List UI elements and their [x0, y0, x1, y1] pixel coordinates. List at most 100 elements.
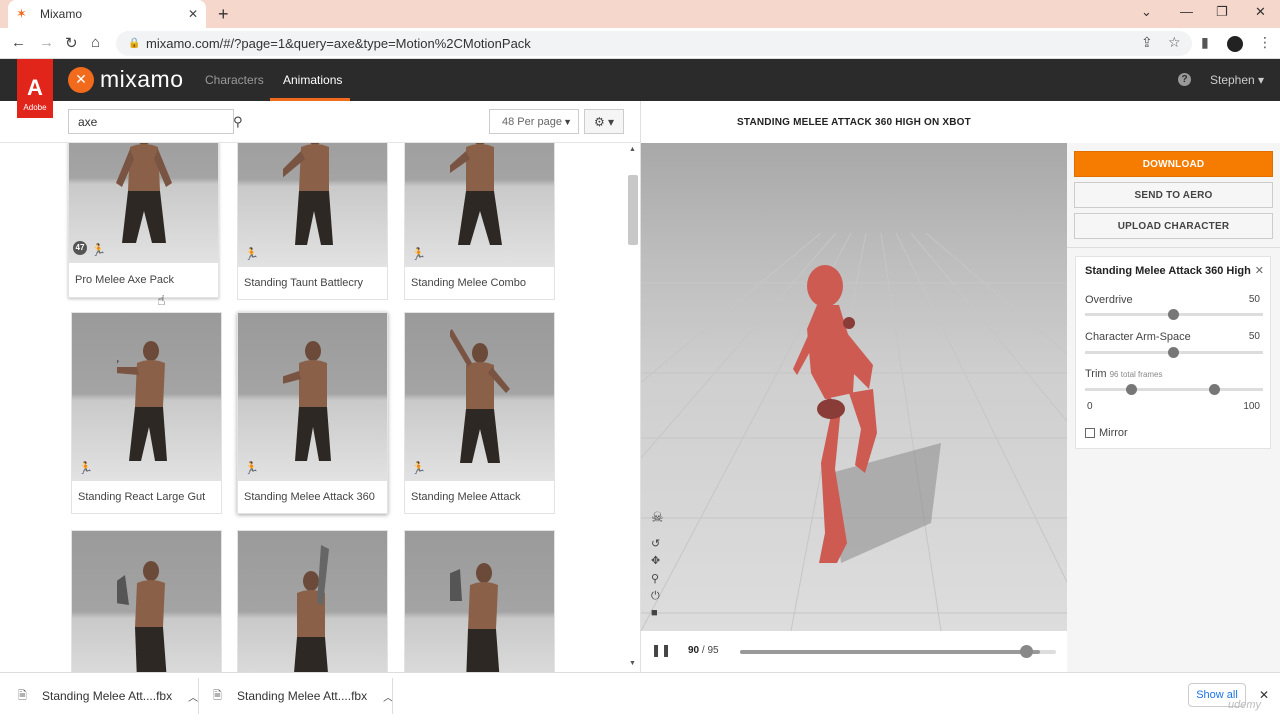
- animation-card[interactable]: 🏃 Standing Taunt Battlecry: [237, 143, 388, 300]
- trim-min: 0: [1087, 401, 1093, 412]
- send-to-aero-button[interactable]: SEND TO AERO: [1074, 182, 1273, 208]
- trim-slider[interactable]: [1085, 388, 1263, 391]
- character-figure: [449, 329, 510, 463]
- panel-separator: [1067, 247, 1280, 248]
- maximize-icon[interactable]: ❐: [1216, 4, 1228, 20]
- tab-title: Mixamo: [40, 7, 83, 21]
- home-icon[interactable]: ⌂: [91, 34, 100, 51]
- profile-avatar-icon[interactable]: [1227, 36, 1243, 52]
- scroll-down-icon[interactable]: ▼: [629, 660, 636, 667]
- file-icon: 🗎: [213, 689, 222, 702]
- animation-thumbnail: [405, 531, 554, 672]
- download-separator: [392, 678, 393, 714]
- nav-characters[interactable]: Characters: [205, 73, 264, 87]
- share-icon[interactable]: ⇪: [1141, 34, 1153, 51]
- zoom-icon[interactable]: ⚲: [651, 572, 659, 585]
- animation-card[interactable]: [71, 530, 222, 672]
- browser-tab[interactable]: ✶ Mixamo ✕: [8, 0, 206, 28]
- character-figure: [449, 563, 499, 672]
- settings-title: Standing Melee Attack 360 High: [1085, 265, 1251, 277]
- trim-start-knob[interactable]: [1126, 384, 1137, 395]
- mirror-label: Mirror: [1099, 427, 1128, 439]
- search-box: ⚲: [68, 109, 243, 134]
- download-separator: [198, 678, 199, 714]
- 3d-viewport[interactable]: [641, 143, 1067, 631]
- total-frames: / 95: [701, 645, 719, 656]
- nav-animations[interactable]: Animations: [283, 73, 342, 87]
- per-page-value: 48 Per page: [502, 115, 562, 128]
- search-icon[interactable]: ⚲: [233, 114, 243, 130]
- active-nav-indicator: [270, 98, 350, 101]
- viewport-scene: [641, 232, 1067, 631]
- scroll-up-icon[interactable]: ▲: [629, 146, 636, 153]
- animation-card[interactable]: [237, 530, 388, 672]
- search-input[interactable]: [78, 114, 233, 129]
- adobe-logo[interactable]: A Adobe: [17, 59, 53, 118]
- address-bar: ← → ↻ ⌂ 🔒 mixamo.com/#/?page=1&query=axe…: [0, 28, 1280, 59]
- download-item[interactable]: 🗎 Standing Melee Att....fbx ︿: [213, 680, 393, 712]
- mirror-checkbox[interactable]: [1085, 428, 1095, 438]
- side-panel-icon[interactable]: ▮: [1201, 34, 1209, 51]
- animation-card[interactable]: [404, 530, 555, 672]
- close-tab-icon[interactable]: ✕: [188, 7, 198, 21]
- skeleton-icon[interactable]: ☠: [651, 509, 664, 526]
- animation-thumbnail: [238, 531, 387, 672]
- grid-scrollbar-thumb[interactable]: [628, 175, 638, 245]
- pan-icon[interactable]: ✥: [651, 554, 660, 567]
- arm-space-slider-knob[interactable]: [1168, 347, 1179, 358]
- settings-dropdown-button[interactable]: ⚙ ▾: [584, 109, 624, 134]
- mixamo-logo[interactable]: ✕ mixamo: [68, 66, 184, 93]
- character-figure: [115, 143, 172, 243]
- url-field[interactable]: 🔒 mixamo.com/#/?page=1&query=axe&type=Mo…: [116, 31, 1192, 56]
- reset-view-icon[interactable]: ↺: [651, 537, 660, 550]
- runner-icon: 🏃: [244, 461, 259, 475]
- download-button[interactable]: DOWNLOAD: [1074, 151, 1273, 177]
- overdrive-value: 50: [1248, 294, 1260, 305]
- timeline-track[interactable]: [740, 650, 1056, 654]
- trim-frames-note: 96 total frames: [1109, 370, 1163, 379]
- download-filename: Standing Melee Att....fbx: [237, 689, 368, 703]
- runner-icon: 🏃: [411, 247, 426, 261]
- animation-label: Standing Melee Attack 360: [244, 491, 375, 503]
- tab-search-icon[interactable]: ⌄: [1141, 4, 1152, 20]
- download-item[interactable]: 🗎 Standing Melee Att....fbx ︿: [18, 680, 198, 712]
- animation-card[interactable]: 47 🏃 Pro Melee Axe Pack: [68, 143, 219, 298]
- runner-icon: 🏃: [78, 461, 93, 475]
- chevron-up-icon[interactable]: ︿: [188, 689, 198, 704]
- new-tab-icon[interactable]: +: [218, 4, 229, 25]
- mixamo-mark-icon: ✕: [68, 66, 94, 93]
- overdrive-slider-knob[interactable]: [1168, 309, 1179, 320]
- per-page-select[interactable]: 48 Per page ▼: [489, 109, 579, 134]
- back-icon[interactable]: ←: [11, 34, 26, 51]
- power-icon[interactable]: ⏻: [651, 590, 660, 603]
- adobe-label: Adobe: [23, 103, 47, 112]
- help-icon[interactable]: ?: [1178, 73, 1191, 86]
- gear-icon: ⚙ ▾: [593, 114, 615, 129]
- animation-card[interactable]: 🏃 Standing React Large Gut: [71, 312, 222, 514]
- camera-icon[interactable]: ■: [651, 607, 658, 619]
- animation-thumbnail: 🏃: [238, 143, 387, 267]
- minimize-icon[interactable]: —: [1180, 4, 1193, 19]
- user-menu[interactable]: Stephen ▾: [1210, 73, 1264, 87]
- close-window-icon[interactable]: ✕: [1255, 4, 1266, 20]
- arm-space-value: 50: [1248, 331, 1260, 342]
- bookmark-star-icon[interactable]: ☆: [1168, 34, 1181, 51]
- mirror-option[interactable]: Mirror: [1085, 427, 1128, 439]
- animation-card[interactable]: 🏃 Standing Melee Attack: [404, 312, 555, 514]
- animation-card[interactable]: 🏃 Standing Melee Combo: [404, 143, 555, 300]
- character-figure: [116, 561, 166, 672]
- lock-icon: 🔒: [128, 38, 141, 49]
- current-frame: 90: [688, 645, 700, 656]
- pause-icon[interactable]: ❚❚: [651, 643, 671, 657]
- runner-icon: 🏃: [244, 247, 259, 261]
- forward-icon[interactable]: →: [39, 34, 54, 51]
- animation-thumbnail: 🏃: [72, 313, 221, 481]
- download-filename: Standing Melee Att....fbx: [42, 689, 173, 703]
- trim-end-knob[interactable]: [1209, 384, 1220, 395]
- close-icon[interactable]: ✕: [1255, 264, 1264, 277]
- upload-character-button[interactable]: UPLOAD CHARACTER: [1074, 213, 1273, 239]
- animation-card-selected[interactable]: 🏃 Standing Melee Attack 360: [237, 312, 388, 514]
- character-figure: [449, 143, 502, 245]
- reload-icon[interactable]: ↻: [65, 34, 78, 52]
- menu-kebab-icon[interactable]: ⋮: [1258, 34, 1272, 51]
